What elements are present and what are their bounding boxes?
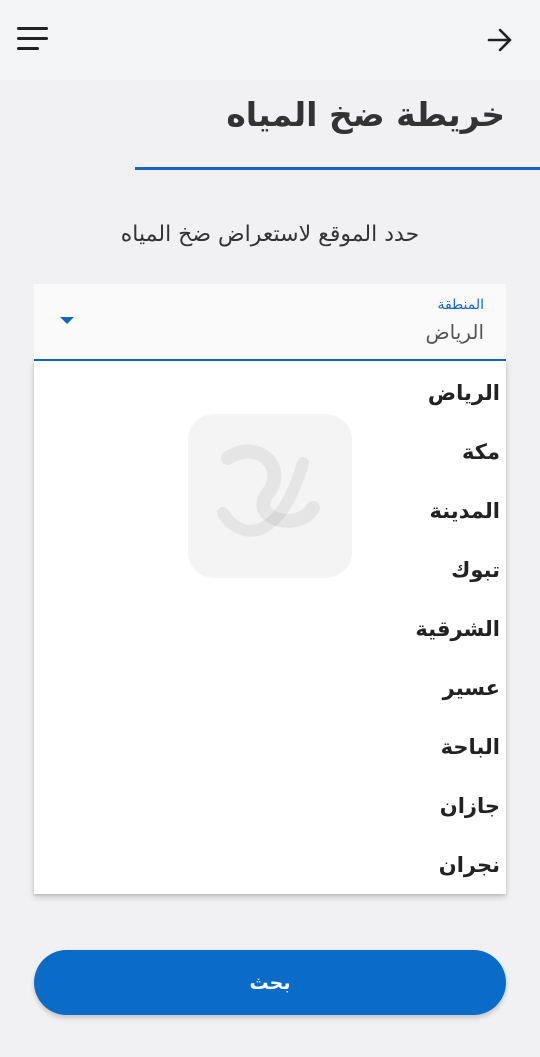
top-app-bar	[0, 0, 540, 80]
dropdown-option-tabuk[interactable]: تبوك	[40, 541, 500, 600]
region-select[interactable]: المنطقة الرياض	[34, 284, 506, 361]
dropdown-option-makkah[interactable]: مكة	[40, 423, 500, 482]
page-subtitle: حدد الموقع لاستعراض ضخ المياه	[120, 222, 420, 247]
dropdown-option-riyadh[interactable]: الرياض	[40, 364, 500, 423]
hamburger-menu-icon[interactable]	[17, 27, 49, 51]
region-dropdown-menu: الرياض مكة المدينة تبوك الشرقية عسير الب…	[34, 361, 506, 894]
dropdown-caret-icon[interactable]	[60, 317, 74, 324]
dropdown-option-baha[interactable]: الباحة	[40, 718, 500, 777]
search-button[interactable]: بحث	[34, 950, 506, 1015]
dropdown-option-madinah[interactable]: المدينة	[40, 482, 501, 541]
arrow-right-icon[interactable]	[485, 26, 515, 54]
dropdown-option-asir[interactable]: عسير	[40, 659, 500, 718]
title-underline	[135, 167, 540, 170]
dropdown-option-najran[interactable]: نجران	[40, 836, 500, 894]
region-select-label: المنطقة	[437, 297, 484, 313]
dropdown-option-jazan[interactable]: جازان	[40, 777, 500, 836]
region-select-value: الرياض	[425, 320, 484, 344]
dropdown-option-eastern[interactable]: الشرقية	[40, 600, 500, 659]
page-title: خريطة ضخ المياه	[226, 95, 505, 134]
